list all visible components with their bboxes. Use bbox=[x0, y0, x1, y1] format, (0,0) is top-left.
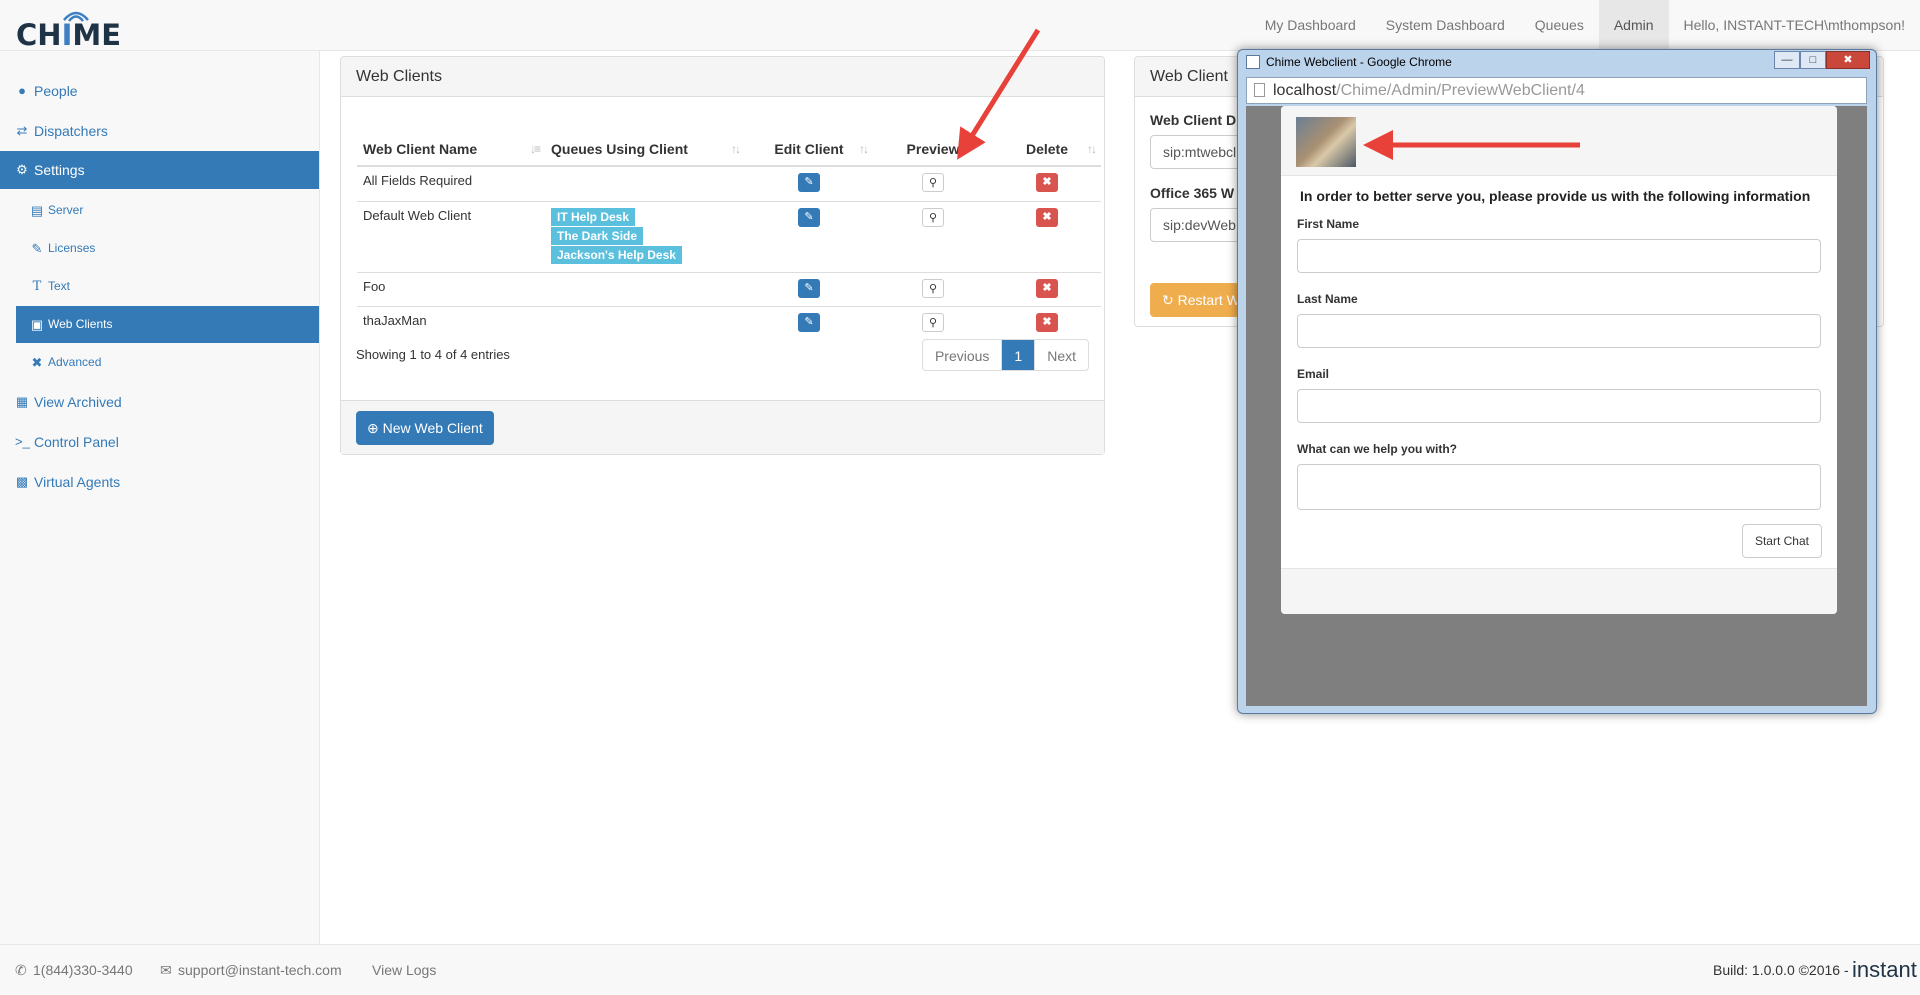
envelope-icon: ✉ bbox=[160, 962, 172, 978]
support-phone: 1(844)330-3440 bbox=[33, 962, 133, 978]
arrow-to-preview bbox=[957, 28, 1041, 160]
phone-icon: ✆ bbox=[15, 962, 27, 978]
support-email[interactable]: support@instant-tech.com bbox=[178, 962, 342, 978]
instant-logo: instant bbox=[1852, 957, 1917, 982]
build-info: Build: 1.0.0.0 ©2016 - bbox=[1713, 962, 1849, 978]
page-footer: ✆ 1(844)330-3440 ✉ support@instant-tech.… bbox=[0, 944, 1920, 995]
view-logs-link[interactable]: View Logs bbox=[372, 962, 436, 978]
annotation-arrows bbox=[957, 28, 1580, 160]
